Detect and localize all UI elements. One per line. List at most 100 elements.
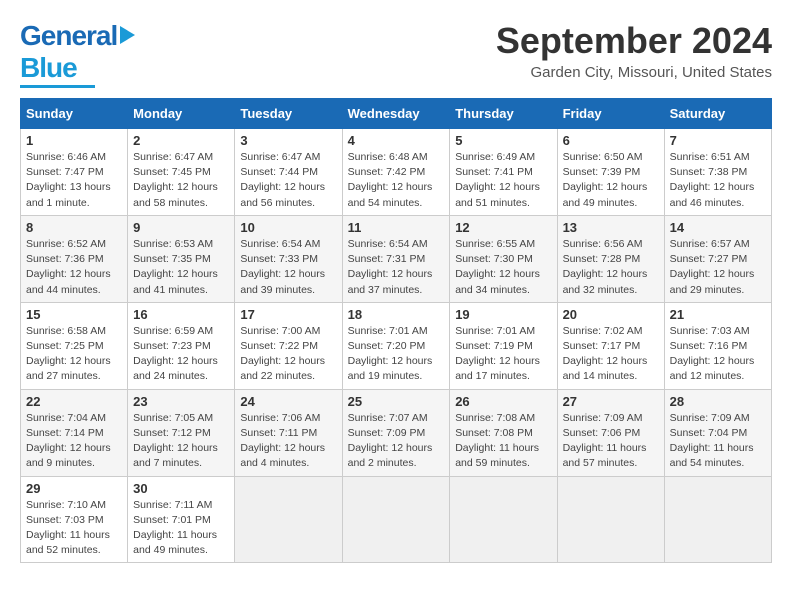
day-number: 6	[563, 133, 659, 148]
day-cell: 17 Sunrise: 7:00 AM Sunset: 7:22 PM Dayli…	[235, 302, 342, 389]
day-cell	[450, 476, 557, 563]
day-cell: 10Sunrise: 6:54 AM Sunset: 7:33 PM Dayli…	[235, 215, 342, 302]
logo: General Blue	[20, 20, 135, 88]
day-number: 1	[26, 133, 122, 148]
week-row-3: 15 Sunrise: 6:58 AM Sunset: 7:25 PM Dayli…	[21, 302, 772, 389]
day-cell	[235, 476, 342, 563]
day-detail: Sunrise: 6:59 AM Sunset: 7:23 PM Dayligh…	[133, 324, 229, 385]
day-number: 29	[26, 481, 122, 496]
logo-arrow-icon	[120, 26, 135, 44]
day-cell: 2 Sunrise: 6:47 AM Sunset: 7:45 PM Daylig…	[128, 129, 235, 216]
day-detail: Sunrise: 6:55 AM Sunset: 7:30 PM Dayligh…	[455, 237, 551, 298]
day-detail: Sunrise: 7:03 AM Sunset: 7:16 PM Dayligh…	[670, 324, 766, 385]
day-detail: Sunrise: 6:56 AM Sunset: 7:28 PM Dayligh…	[563, 237, 659, 298]
day-detail: Sunrise: 6:50 AM Sunset: 7:39 PM Dayligh…	[563, 150, 659, 211]
header-friday: Friday	[557, 99, 664, 129]
header-row: SundayMondayTuesdayWednesdayThursdayFrid…	[21, 99, 772, 129]
day-detail: Sunrise: 6:51 AM Sunset: 7:38 PM Dayligh…	[670, 150, 766, 211]
day-cell: 6 Sunrise: 6:50 AM Sunset: 7:39 PM Daylig…	[557, 129, 664, 216]
day-detail: Sunrise: 6:53 AM Sunset: 7:35 PM Dayligh…	[133, 237, 229, 298]
day-cell	[342, 476, 450, 563]
day-number: 26	[455, 394, 551, 409]
day-cell: 11 Sunrise: 6:54 AM Sunset: 7:31 PM Dayli…	[342, 215, 450, 302]
header-sunday: Sunday	[21, 99, 128, 129]
week-row-1: 1 Sunrise: 6:46 AM Sunset: 7:47 PM Daylig…	[21, 129, 772, 216]
day-detail: Sunrise: 6:47 AM Sunset: 7:45 PM Dayligh…	[133, 150, 229, 211]
day-cell: 18Sunrise: 7:01 AM Sunset: 7:20 PM Dayli…	[342, 302, 450, 389]
day-number: 19	[455, 307, 551, 322]
day-number: 9	[133, 220, 229, 235]
title-block: September 2024 Garden City, Missouri, Un…	[496, 20, 772, 81]
day-detail: Sunrise: 6:47 AM Sunset: 7:44 PM Dayligh…	[240, 150, 336, 211]
day-detail: Sunrise: 6:46 AM Sunset: 7:47 PM Dayligh…	[26, 150, 122, 211]
day-detail: Sunrise: 6:57 AM Sunset: 7:27 PM Dayligh…	[670, 237, 766, 298]
day-cell: 12 Sunrise: 6:55 AM Sunset: 7:30 PM Dayli…	[450, 215, 557, 302]
day-detail: Sunrise: 6:48 AM Sunset: 7:42 PM Dayligh…	[348, 150, 445, 211]
day-number: 15	[26, 307, 122, 322]
calendar-table: SundayMondayTuesdayWednesdayThursdayFrid…	[20, 98, 772, 563]
logo-general: General	[20, 20, 117, 52]
day-number: 12	[455, 220, 551, 235]
day-cell: 7Sunrise: 6:51 AM Sunset: 7:38 PM Daylig…	[664, 129, 771, 216]
logo-underline	[20, 85, 95, 88]
day-detail: Sunrise: 7:01 AM Sunset: 7:20 PM Dayligh…	[348, 324, 445, 385]
day-cell: 27 Sunrise: 7:09 AM Sunset: 7:06 PM Dayli…	[557, 389, 664, 476]
day-number: 21	[670, 307, 766, 322]
day-cell: 16 Sunrise: 6:59 AM Sunset: 7:23 PM Dayli…	[128, 302, 235, 389]
day-detail: Sunrise: 6:49 AM Sunset: 7:41 PM Dayligh…	[455, 150, 551, 211]
day-detail: Sunrise: 7:02 AM Sunset: 7:17 PM Dayligh…	[563, 324, 659, 385]
day-cell: 29Sunrise: 7:10 AM Sunset: 7:03 PM Dayli…	[21, 476, 128, 563]
day-detail: Sunrise: 7:00 AM Sunset: 7:22 PM Dayligh…	[240, 324, 336, 385]
page-header: General Blue September 2024 Garden City,…	[20, 20, 772, 88]
day-number: 3	[240, 133, 336, 148]
day-cell	[557, 476, 664, 563]
day-number: 25	[348, 394, 445, 409]
day-detail: Sunrise: 6:58 AM Sunset: 7:25 PM Dayligh…	[26, 324, 122, 385]
day-number: 10	[240, 220, 336, 235]
day-cell: 24 Sunrise: 7:06 AM Sunset: 7:11 PM Dayli…	[235, 389, 342, 476]
day-cell: 28Sunrise: 7:09 AM Sunset: 7:04 PM Dayli…	[664, 389, 771, 476]
day-number: 17	[240, 307, 336, 322]
day-cell: 23Sunrise: 7:05 AM Sunset: 7:12 PM Dayli…	[128, 389, 235, 476]
month-title: September 2024	[496, 20, 772, 62]
day-number: 24	[240, 394, 336, 409]
header-tuesday: Tuesday	[235, 99, 342, 129]
day-number: 20	[563, 307, 659, 322]
day-cell: 30Sunrise: 7:11 AM Sunset: 7:01 PM Dayli…	[128, 476, 235, 563]
day-cell: 21 Sunrise: 7:03 AM Sunset: 7:16 PM Dayli…	[664, 302, 771, 389]
day-cell: 1 Sunrise: 6:46 AM Sunset: 7:47 PM Daylig…	[21, 129, 128, 216]
day-cell: 13Sunrise: 6:56 AM Sunset: 7:28 PM Dayli…	[557, 215, 664, 302]
logo-blue: Blue	[20, 52, 77, 84]
week-row-5: 29Sunrise: 7:10 AM Sunset: 7:03 PM Dayli…	[21, 476, 772, 563]
day-cell: 26Sunrise: 7:08 AM Sunset: 7:08 PM Dayli…	[450, 389, 557, 476]
day-number: 14	[670, 220, 766, 235]
day-number: 8	[26, 220, 122, 235]
day-detail: Sunrise: 6:54 AM Sunset: 7:31 PM Dayligh…	[348, 237, 445, 298]
day-cell: 9 Sunrise: 6:53 AM Sunset: 7:35 PM Daylig…	[128, 215, 235, 302]
header-thursday: Thursday	[450, 99, 557, 129]
day-detail: Sunrise: 7:11 AM Sunset: 7:01 PM Dayligh…	[133, 498, 229, 559]
day-cell: 25Sunrise: 7:07 AM Sunset: 7:09 PM Dayli…	[342, 389, 450, 476]
day-number: 11	[348, 220, 445, 235]
header-monday: Monday	[128, 99, 235, 129]
day-number: 2	[133, 133, 229, 148]
day-number: 16	[133, 307, 229, 322]
header-saturday: Saturday	[664, 99, 771, 129]
day-cell: 15 Sunrise: 6:58 AM Sunset: 7:25 PM Dayli…	[21, 302, 128, 389]
day-number: 22	[26, 394, 122, 409]
day-cell	[664, 476, 771, 563]
day-cell: 14 Sunrise: 6:57 AM Sunset: 7:27 PM Dayli…	[664, 215, 771, 302]
day-number: 28	[670, 394, 766, 409]
day-detail: Sunrise: 7:04 AM Sunset: 7:14 PM Dayligh…	[26, 411, 122, 472]
day-detail: Sunrise: 7:09 AM Sunset: 7:06 PM Dayligh…	[563, 411, 659, 472]
day-cell: 22 Sunrise: 7:04 AM Sunset: 7:14 PM Dayli…	[21, 389, 128, 476]
day-detail: Sunrise: 6:52 AM Sunset: 7:36 PM Dayligh…	[26, 237, 122, 298]
day-number: 5	[455, 133, 551, 148]
day-detail: Sunrise: 7:06 AM Sunset: 7:11 PM Dayligh…	[240, 411, 336, 472]
day-number: 4	[348, 133, 445, 148]
day-detail: Sunrise: 7:01 AM Sunset: 7:19 PM Dayligh…	[455, 324, 551, 385]
day-number: 27	[563, 394, 659, 409]
day-cell: 3 Sunrise: 6:47 AM Sunset: 7:44 PM Daylig…	[235, 129, 342, 216]
week-row-4: 22 Sunrise: 7:04 AM Sunset: 7:14 PM Dayli…	[21, 389, 772, 476]
location-text: Garden City, Missouri, United States	[496, 64, 772, 81]
